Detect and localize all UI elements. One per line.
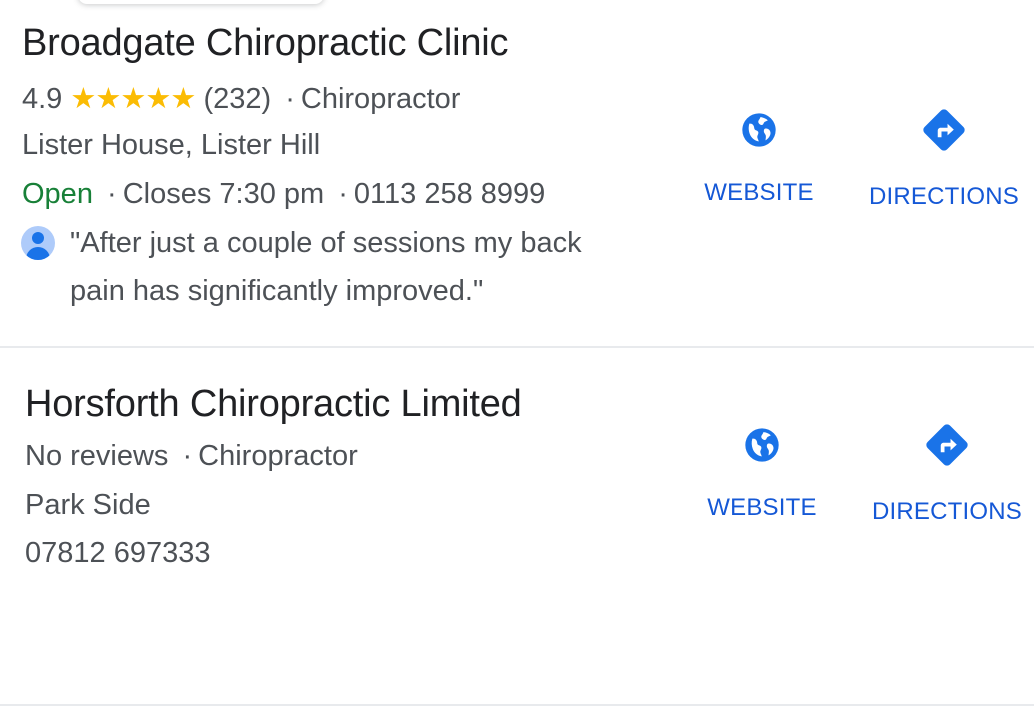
rating-line: No reviews · Chiropractor (25, 440, 358, 473)
separator: · (107, 178, 117, 210)
address: Park Side (25, 489, 151, 521)
listing-divider (0, 704, 1034, 706)
open-status: Open (22, 178, 93, 210)
globe-icon (745, 428, 779, 462)
directions-label: DIRECTIONS (868, 183, 1019, 210)
no-reviews-text: No reviews (25, 440, 169, 472)
star-rating-icon: ★★★★★ (70, 83, 196, 115)
rating-line: 4.9 ★★★★★ (232) · Chiropractor (22, 81, 460, 116)
website-button[interactable]: WEBSITE (699, 425, 825, 522)
hours-line: Open · Closes 7:30 pm · 0113 258 8999 (22, 178, 545, 211)
directions-icon (923, 109, 965, 151)
listing-title[interactable]: Broadgate Chiropractic Clinic (22, 22, 509, 65)
review-count[interactable]: (232) (203, 83, 271, 115)
website-label: WEBSITE (707, 494, 817, 521)
directions-button[interactable]: DIRECTIONS (866, 105, 1022, 211)
category: Chiropractor (198, 440, 358, 472)
separator: · (182, 440, 193, 472)
phone-number[interactable]: 0113 258 8999 (354, 178, 545, 210)
listing-broadgate[interactable]: Broadgate Chiropractic Clinic 4.9 ★★★★★ … (0, 0, 1034, 346)
category: Chiropractor (300, 83, 461, 115)
directions-icon (926, 424, 968, 466)
rating-value: 4.9 (22, 83, 63, 115)
review-snippet: "After just a couple of sessions my back… (70, 219, 630, 315)
reviewer-avatar-icon (21, 226, 55, 260)
review-snippet-line: pain has significantly improved." (70, 275, 484, 307)
separator: · (285, 83, 295, 115)
website-label: WEBSITE (704, 179, 814, 206)
separator: · (338, 178, 348, 210)
listing-title[interactable]: Horsforth Chiropractic Limited (25, 383, 522, 426)
directions-label: DIRECTIONS (871, 498, 1022, 525)
website-button[interactable]: WEBSITE (696, 110, 822, 207)
review-snippet-line: "After just a couple of sessions my back (70, 227, 582, 259)
globe-icon (742, 113, 776, 147)
phone-number[interactable]: 07812 697333 (25, 537, 210, 570)
closing-time: Closes 7:30 pm (122, 178, 325, 210)
directions-button[interactable]: DIRECTIONS (869, 420, 1025, 526)
listing-horsforth[interactable]: Horsforth Chiropractic Limited No review… (0, 348, 1034, 704)
address: Lister House, Lister Hill (22, 129, 321, 161)
